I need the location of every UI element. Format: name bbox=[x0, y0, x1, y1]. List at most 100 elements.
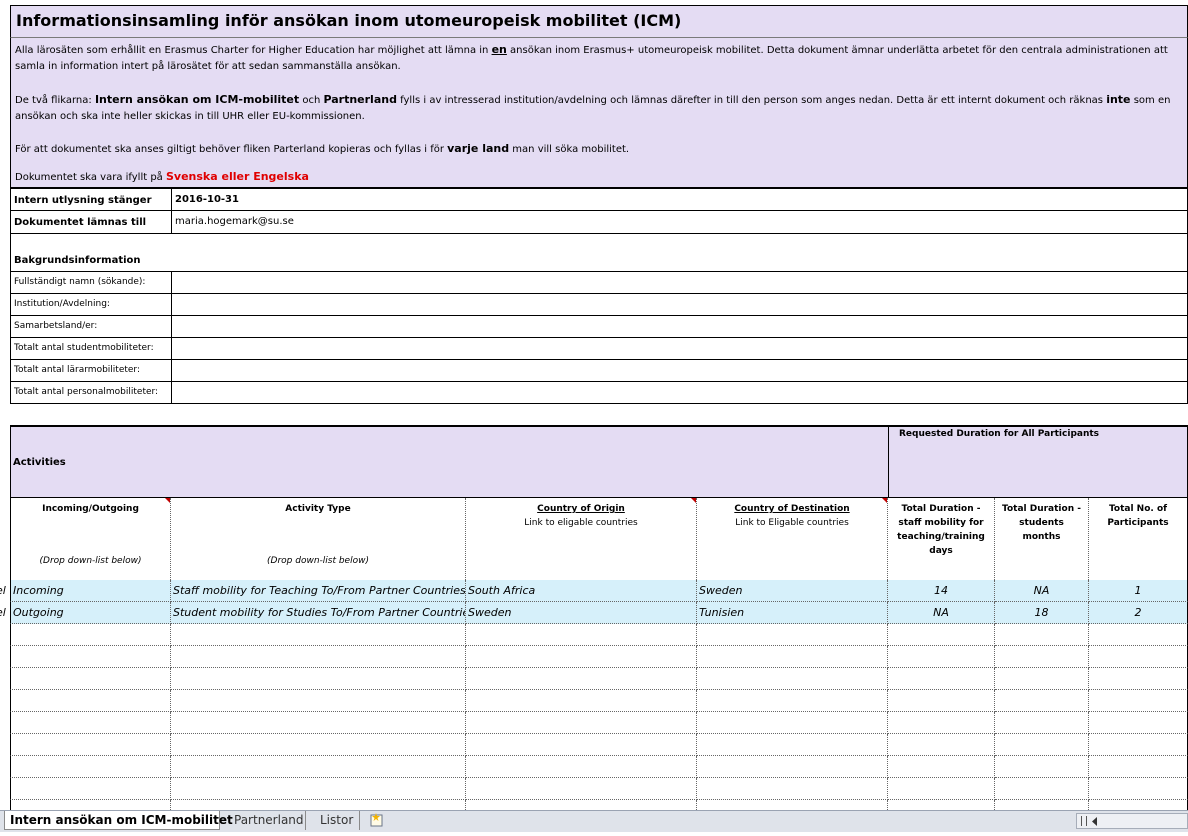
empty-cell[interactable] bbox=[888, 712, 995, 734]
field-label-cell[interactable]: Totalt antal lärarmobiliteter: bbox=[11, 360, 172, 381]
empty-cell[interactable] bbox=[888, 624, 995, 646]
cell-staff-days[interactable]: 14 bbox=[888, 580, 995, 602]
submit-to-email[interactable]: maria.hogemark@su.se bbox=[175, 216, 294, 227]
cell-origin[interactable]: South Africa bbox=[466, 580, 697, 602]
tab-partnerland[interactable]: Partnerland bbox=[226, 811, 306, 830]
empty-cell[interactable] bbox=[995, 800, 1089, 810]
empty-cell[interactable] bbox=[697, 800, 888, 810]
empty-cell[interactable] bbox=[10, 734, 171, 756]
empty-cell[interactable] bbox=[995, 668, 1089, 690]
empty-cell[interactable] bbox=[10, 712, 171, 734]
intro-cell[interactable]: Alla lärosäten som erhållit en Erasmus C… bbox=[10, 38, 1188, 187]
cell-destination[interactable]: Sweden bbox=[697, 580, 888, 602]
tab-listor[interactable]: Listor bbox=[306, 811, 360, 830]
empty-cell[interactable] bbox=[995, 778, 1089, 800]
empty-cell[interactable] bbox=[1089, 646, 1188, 668]
col-header-inout[interactable]: Incoming/Outgoing (Drop down-list below) bbox=[10, 498, 171, 580]
field-label-cell[interactable]: Fullständigt namn (sökande): bbox=[11, 272, 172, 293]
empty-cell[interactable] bbox=[171, 690, 466, 712]
col-header-origin[interactable]: Country of Origin Link to eligable count… bbox=[466, 498, 697, 580]
empty-cell[interactable] bbox=[171, 756, 466, 778]
empty-cell[interactable] bbox=[888, 646, 995, 668]
cell-inout[interactable]: Outgoing bbox=[10, 602, 171, 624]
activities-header[interactable]: Activities Requested Duration for All Pa… bbox=[10, 425, 1188, 498]
empty-cell[interactable] bbox=[697, 646, 888, 668]
empty-cell[interactable] bbox=[1089, 624, 1188, 646]
cell-activity-type[interactable]: Staff mobility for Teaching To/From Part… bbox=[171, 580, 466, 602]
horizontal-scrollbar[interactable] bbox=[1076, 813, 1188, 829]
empty-cell[interactable] bbox=[1089, 734, 1188, 756]
empty-cell[interactable] bbox=[1089, 800, 1188, 810]
empty-cell[interactable] bbox=[466, 778, 697, 800]
empty-cell[interactable] bbox=[171, 800, 466, 810]
cell-staff-days[interactable]: NA bbox=[888, 602, 995, 624]
empty-cell[interactable] bbox=[171, 624, 466, 646]
empty-cell[interactable] bbox=[171, 778, 466, 800]
closing-date-label-cell[interactable]: Intern utlysning stänger bbox=[11, 189, 172, 210]
empty-cell[interactable] bbox=[1089, 690, 1188, 712]
submit-to-label-cell[interactable]: Dokumentet lämnas till bbox=[11, 211, 172, 233]
empty-cell[interactable] bbox=[466, 668, 697, 690]
col-header-participants[interactable]: Total No. of Participants bbox=[1089, 498, 1188, 580]
cell-participants[interactable]: 1 bbox=[1089, 580, 1188, 602]
empty-cell[interactable] bbox=[995, 734, 1089, 756]
col-dest-label[interactable]: Country of Destination bbox=[697, 502, 887, 516]
empty-cell[interactable] bbox=[466, 690, 697, 712]
tab-intern-ansokan[interactable]: Intern ansökan om ICM-mobilitet bbox=[4, 811, 233, 830]
field-label-cell[interactable]: Institution/Avdelning: bbox=[11, 294, 172, 315]
empty-cell[interactable] bbox=[10, 778, 171, 800]
empty-cell[interactable] bbox=[1089, 778, 1188, 800]
document-title-cell[interactable]: Informationsinsamling inför ansökan inom… bbox=[10, 5, 1188, 38]
cell-origin[interactable]: Sweden bbox=[466, 602, 697, 624]
empty-cell[interactable] bbox=[888, 734, 995, 756]
empty-cell[interactable] bbox=[10, 624, 171, 646]
empty-cell[interactable] bbox=[995, 756, 1089, 778]
empty-cell[interactable] bbox=[995, 690, 1089, 712]
col-header-staff-days[interactable]: Total Duration - staff mobility for teac… bbox=[888, 498, 995, 580]
empty-cell[interactable] bbox=[171, 668, 466, 690]
empty-cell[interactable] bbox=[466, 624, 697, 646]
empty-cell[interactable] bbox=[888, 778, 995, 800]
col-header-student-months[interactable]: Total Duration - students months bbox=[995, 498, 1089, 580]
col-header-destination[interactable]: Country of Destination Link to Eligable … bbox=[697, 498, 888, 580]
empty-cell[interactable] bbox=[697, 668, 888, 690]
cell-destination[interactable]: Tunisien bbox=[697, 602, 888, 624]
empty-cell[interactable] bbox=[697, 734, 888, 756]
empty-cell[interactable] bbox=[466, 734, 697, 756]
empty-cell[interactable] bbox=[888, 690, 995, 712]
empty-cell[interactable] bbox=[10, 800, 171, 810]
empty-cell[interactable] bbox=[1089, 756, 1188, 778]
empty-cell[interactable] bbox=[888, 668, 995, 690]
empty-cell[interactable] bbox=[10, 756, 171, 778]
empty-cell[interactable] bbox=[10, 668, 171, 690]
cell-activity-type[interactable]: Student mobility for Studies To/From Par… bbox=[171, 602, 466, 624]
empty-cell[interactable] bbox=[697, 712, 888, 734]
empty-cell[interactable] bbox=[697, 690, 888, 712]
empty-cell[interactable] bbox=[888, 756, 995, 778]
col-origin-label[interactable]: Country of Origin bbox=[466, 502, 696, 516]
empty-cell[interactable] bbox=[466, 800, 697, 810]
cell-inout[interactable]: Incoming bbox=[10, 580, 171, 602]
insert-sheet-icon[interactable] bbox=[362, 811, 392, 830]
comment-marker-icon[interactable] bbox=[882, 498, 887, 503]
empty-cell[interactable] bbox=[466, 756, 697, 778]
empty-cell[interactable] bbox=[466, 712, 697, 734]
empty-cell[interactable] bbox=[995, 712, 1089, 734]
empty-cell[interactable] bbox=[888, 800, 995, 810]
empty-cell[interactable] bbox=[171, 646, 466, 668]
cell-student-months[interactable]: NA bbox=[995, 580, 1089, 602]
closing-date-value[interactable]: 2016-10-31 bbox=[175, 194, 239, 205]
empty-cell[interactable] bbox=[697, 778, 888, 800]
empty-cell[interactable] bbox=[171, 712, 466, 734]
empty-cell[interactable] bbox=[995, 624, 1089, 646]
col-header-activity-type[interactable]: Activity Type (Drop down-list below) bbox=[171, 498, 466, 580]
field-label-cell[interactable]: Totalt antal studentmobiliteter: bbox=[11, 338, 172, 359]
comment-marker-icon[interactable] bbox=[165, 498, 170, 503]
empty-cell[interactable] bbox=[1089, 712, 1188, 734]
scroll-left-icon[interactable] bbox=[1091, 817, 1099, 826]
empty-cell[interactable] bbox=[1089, 668, 1188, 690]
background-heading-row[interactable]: Bakgrundsinformation bbox=[10, 234, 1188, 272]
empty-cell[interactable] bbox=[697, 624, 888, 646]
cell-participants[interactable]: 2 bbox=[1089, 602, 1188, 624]
cell-student-months[interactable]: 18 bbox=[995, 602, 1089, 624]
